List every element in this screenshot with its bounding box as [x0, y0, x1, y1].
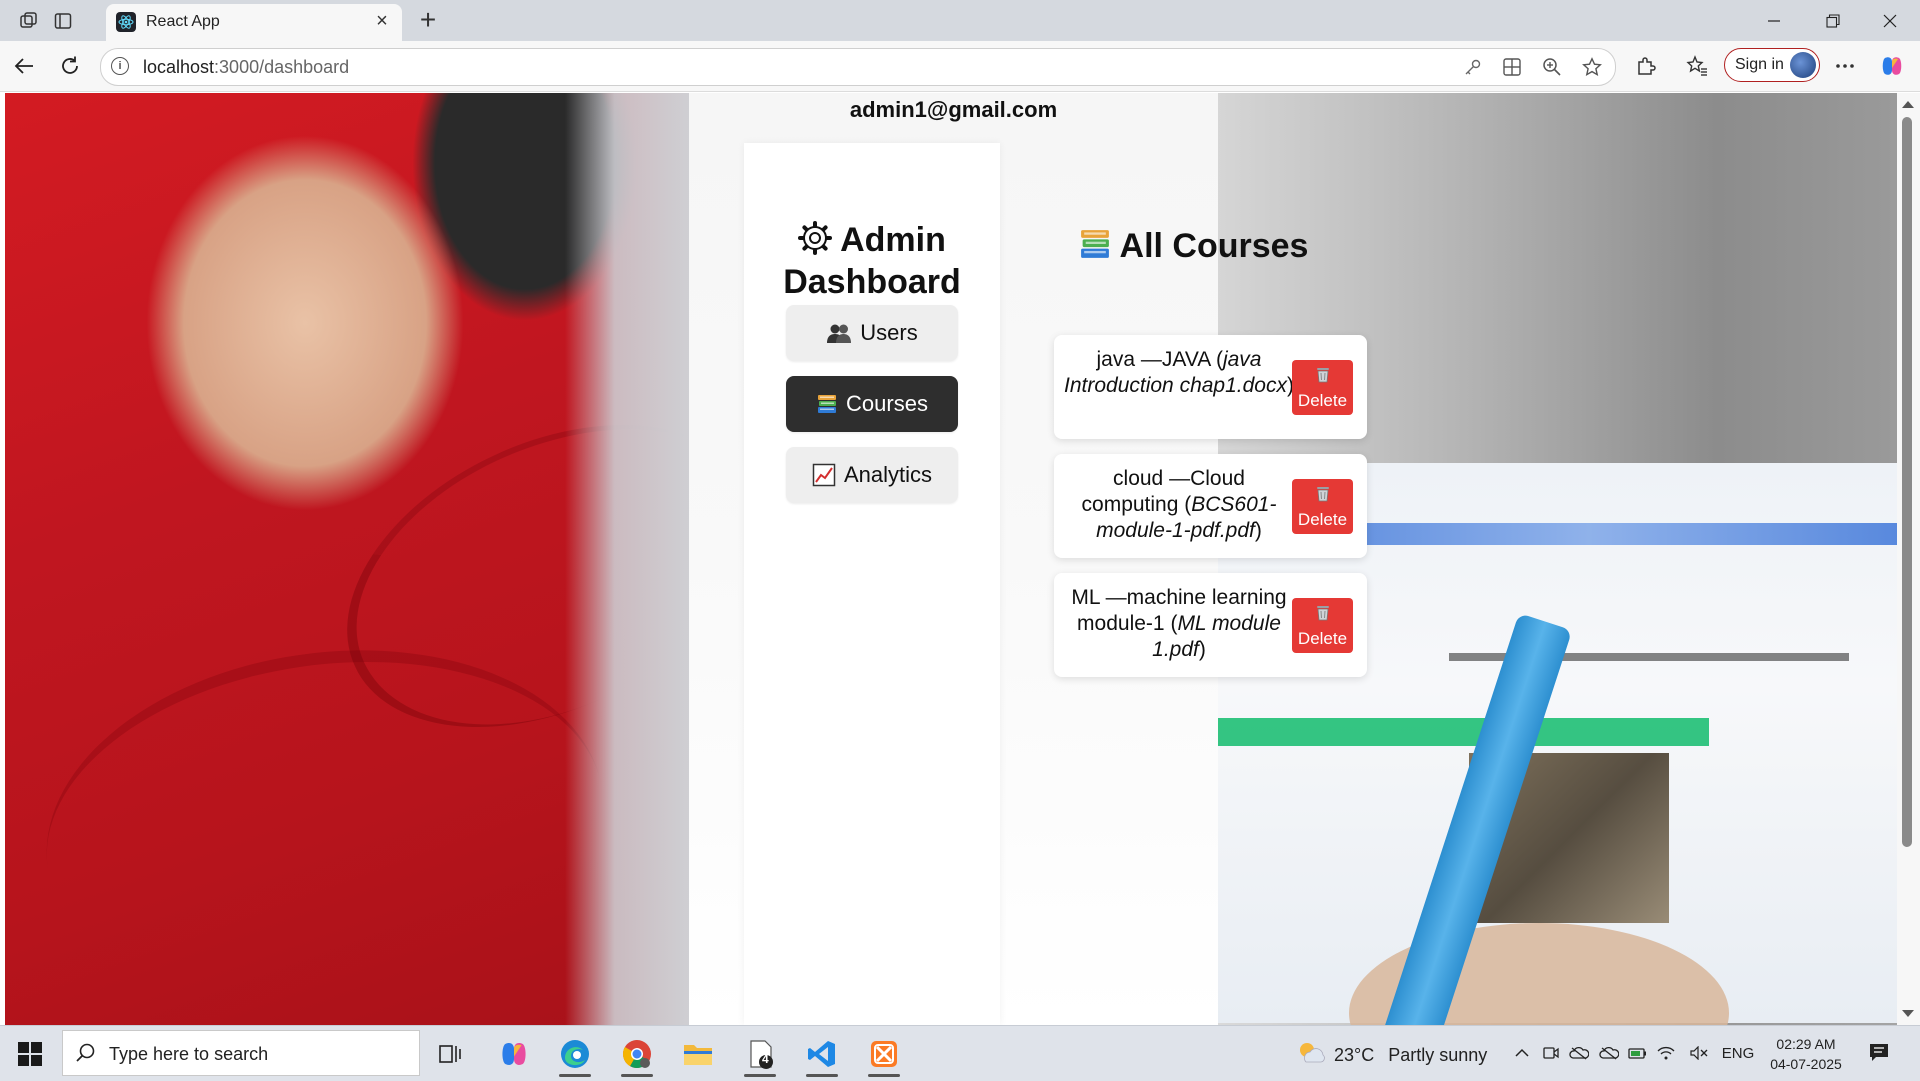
battery-icon[interactable] — [1627, 1042, 1649, 1064]
xampp-icon[interactable] — [862, 1032, 906, 1076]
course-description: cloud —Cloud computing (BCS601-module-1-… — [1064, 466, 1294, 544]
partly-sunny-icon — [1296, 1040, 1326, 1071]
onedrive-icon[interactable] — [1568, 1042, 1590, 1064]
page-viewport: admin1@gmail.com Admin Dashboard Users C… — [5, 93, 1898, 1025]
scroll-up-arrow[interactable] — [1902, 101, 1914, 108]
books-icon — [1078, 227, 1112, 269]
task-view-icon[interactable] — [428, 1032, 472, 1076]
file-explorer-icon[interactable] — [676, 1032, 720, 1076]
copilot-taskbar-icon[interactable] — [492, 1032, 536, 1076]
users-icon — [826, 322, 852, 344]
gear-icon — [798, 221, 832, 263]
delete-button[interactable]: Delete — [1292, 598, 1353, 653]
course-card: ML —machine learning module-1 (ML module… — [1054, 573, 1367, 677]
vscode-icon[interactable] — [800, 1032, 844, 1076]
url-text[interactable]: localhost:3000/dashboard — [143, 57, 349, 78]
zoom-icon[interactable] — [1540, 55, 1564, 79]
search-icon — [75, 1042, 97, 1069]
course-card: cloud —Cloud computing (BCS601-module-1-… — [1054, 454, 1367, 558]
language-indicator[interactable]: ENG — [1718, 1042, 1758, 1064]
cloud-sync-icon[interactable] — [1598, 1042, 1620, 1064]
sidebar: Admin Dashboard Users Courses Analytics — [744, 143, 1000, 1025]
books-icon — [816, 393, 838, 415]
taskbar-search[interactable]: Type here to search — [62, 1030, 420, 1076]
key-icon[interactable] — [1461, 55, 1485, 79]
page-scrollbar[interactable] — [1897, 93, 1920, 1025]
profile-avatar — [1790, 52, 1816, 78]
delete-button[interactable]: Delete — [1292, 360, 1353, 415]
trash-icon — [1314, 603, 1332, 626]
sign-in-button[interactable]: Sign in — [1724, 48, 1820, 82]
sidebar-item-users[interactable]: Users — [786, 305, 958, 361]
user-email: admin1@gmail.com — [689, 97, 1218, 123]
back-button[interactable] — [9, 51, 39, 81]
notepad-window-count: 4 — [762, 1052, 769, 1066]
windows-taskbar: Type here to search 4 23°C Partly sunny — [0, 1025, 1920, 1081]
close-tab-icon[interactable]: × — [370, 9, 394, 33]
meet-now-icon[interactable] — [1540, 1042, 1562, 1064]
scroll-down-arrow[interactable] — [1902, 1010, 1914, 1017]
more-options-icon[interactable] — [1832, 53, 1858, 79]
new-tab-button[interactable]: + — [414, 6, 442, 34]
site-info-icon[interactable]: i — [111, 57, 129, 75]
tab-actions-icon[interactable] — [52, 10, 74, 32]
wifi-icon[interactable] — [1655, 1042, 1677, 1064]
workspaces-icon[interactable] — [18, 10, 40, 32]
copilot-icon[interactable] — [1879, 53, 1905, 79]
weather-widget[interactable]: 23°C Partly sunny — [1296, 1040, 1487, 1071]
chart-icon — [812, 463, 836, 487]
background-photo-left — [5, 93, 689, 1025]
close-window-button[interactable] — [1866, 0, 1914, 41]
trash-icon — [1314, 365, 1332, 388]
refresh-button[interactable] — [55, 51, 85, 81]
sidebar-title: Admin Dashboard — [744, 221, 1000, 301]
address-bar[interactable]: i localhost:3000/dashboard — [100, 48, 1616, 86]
browser-toolbar: i localhost:3000/dashboard Sign in — [0, 41, 1920, 92]
active-tab[interactable]: React App × — [106, 4, 402, 41]
course-description: ML —machine learning module-1 (ML module… — [1064, 585, 1294, 663]
restore-button[interactable] — [1809, 0, 1857, 41]
edge-browser-icon[interactable] — [553, 1032, 597, 1076]
system-clock[interactable]: 02:29 AM 04-07-2025 — [1766, 1034, 1846, 1074]
course-description: java —JAVA (java Introduction chap1.docx… — [1064, 347, 1294, 399]
main-title: All Courses — [1063, 227, 1323, 269]
delete-button[interactable]: Delete — [1292, 479, 1353, 534]
tab-title: React App — [146, 13, 220, 31]
volume-muted-icon[interactable] — [1688, 1042, 1710, 1064]
course-card: java —JAVA (java Introduction chap1.docx… — [1054, 335, 1367, 439]
notifications-icon[interactable] — [1868, 1042, 1892, 1064]
notepad-icon[interactable]: 4 — [738, 1032, 782, 1076]
scroll-thumb[interactable] — [1902, 117, 1912, 847]
react-icon — [116, 12, 136, 32]
favorite-star-icon[interactable] — [1580, 55, 1604, 79]
browser-tab-strip: React App × + — [0, 0, 1920, 41]
trash-icon — [1314, 484, 1332, 507]
minimize-button[interactable] — [1750, 0, 1798, 41]
extensions-icon[interactable] — [1633, 53, 1659, 79]
windows-start-icon[interactable] — [18, 1042, 42, 1066]
chrome-browser-icon[interactable] — [615, 1032, 659, 1076]
chevron-up-icon[interactable] — [1511, 1042, 1533, 1064]
sidebar-item-analytics[interactable]: Analytics — [786, 447, 958, 503]
app-available-icon[interactable] — [1500, 55, 1524, 79]
favorites-icon[interactable] — [1684, 53, 1710, 79]
sidebar-item-courses[interactable]: Courses — [786, 376, 958, 432]
